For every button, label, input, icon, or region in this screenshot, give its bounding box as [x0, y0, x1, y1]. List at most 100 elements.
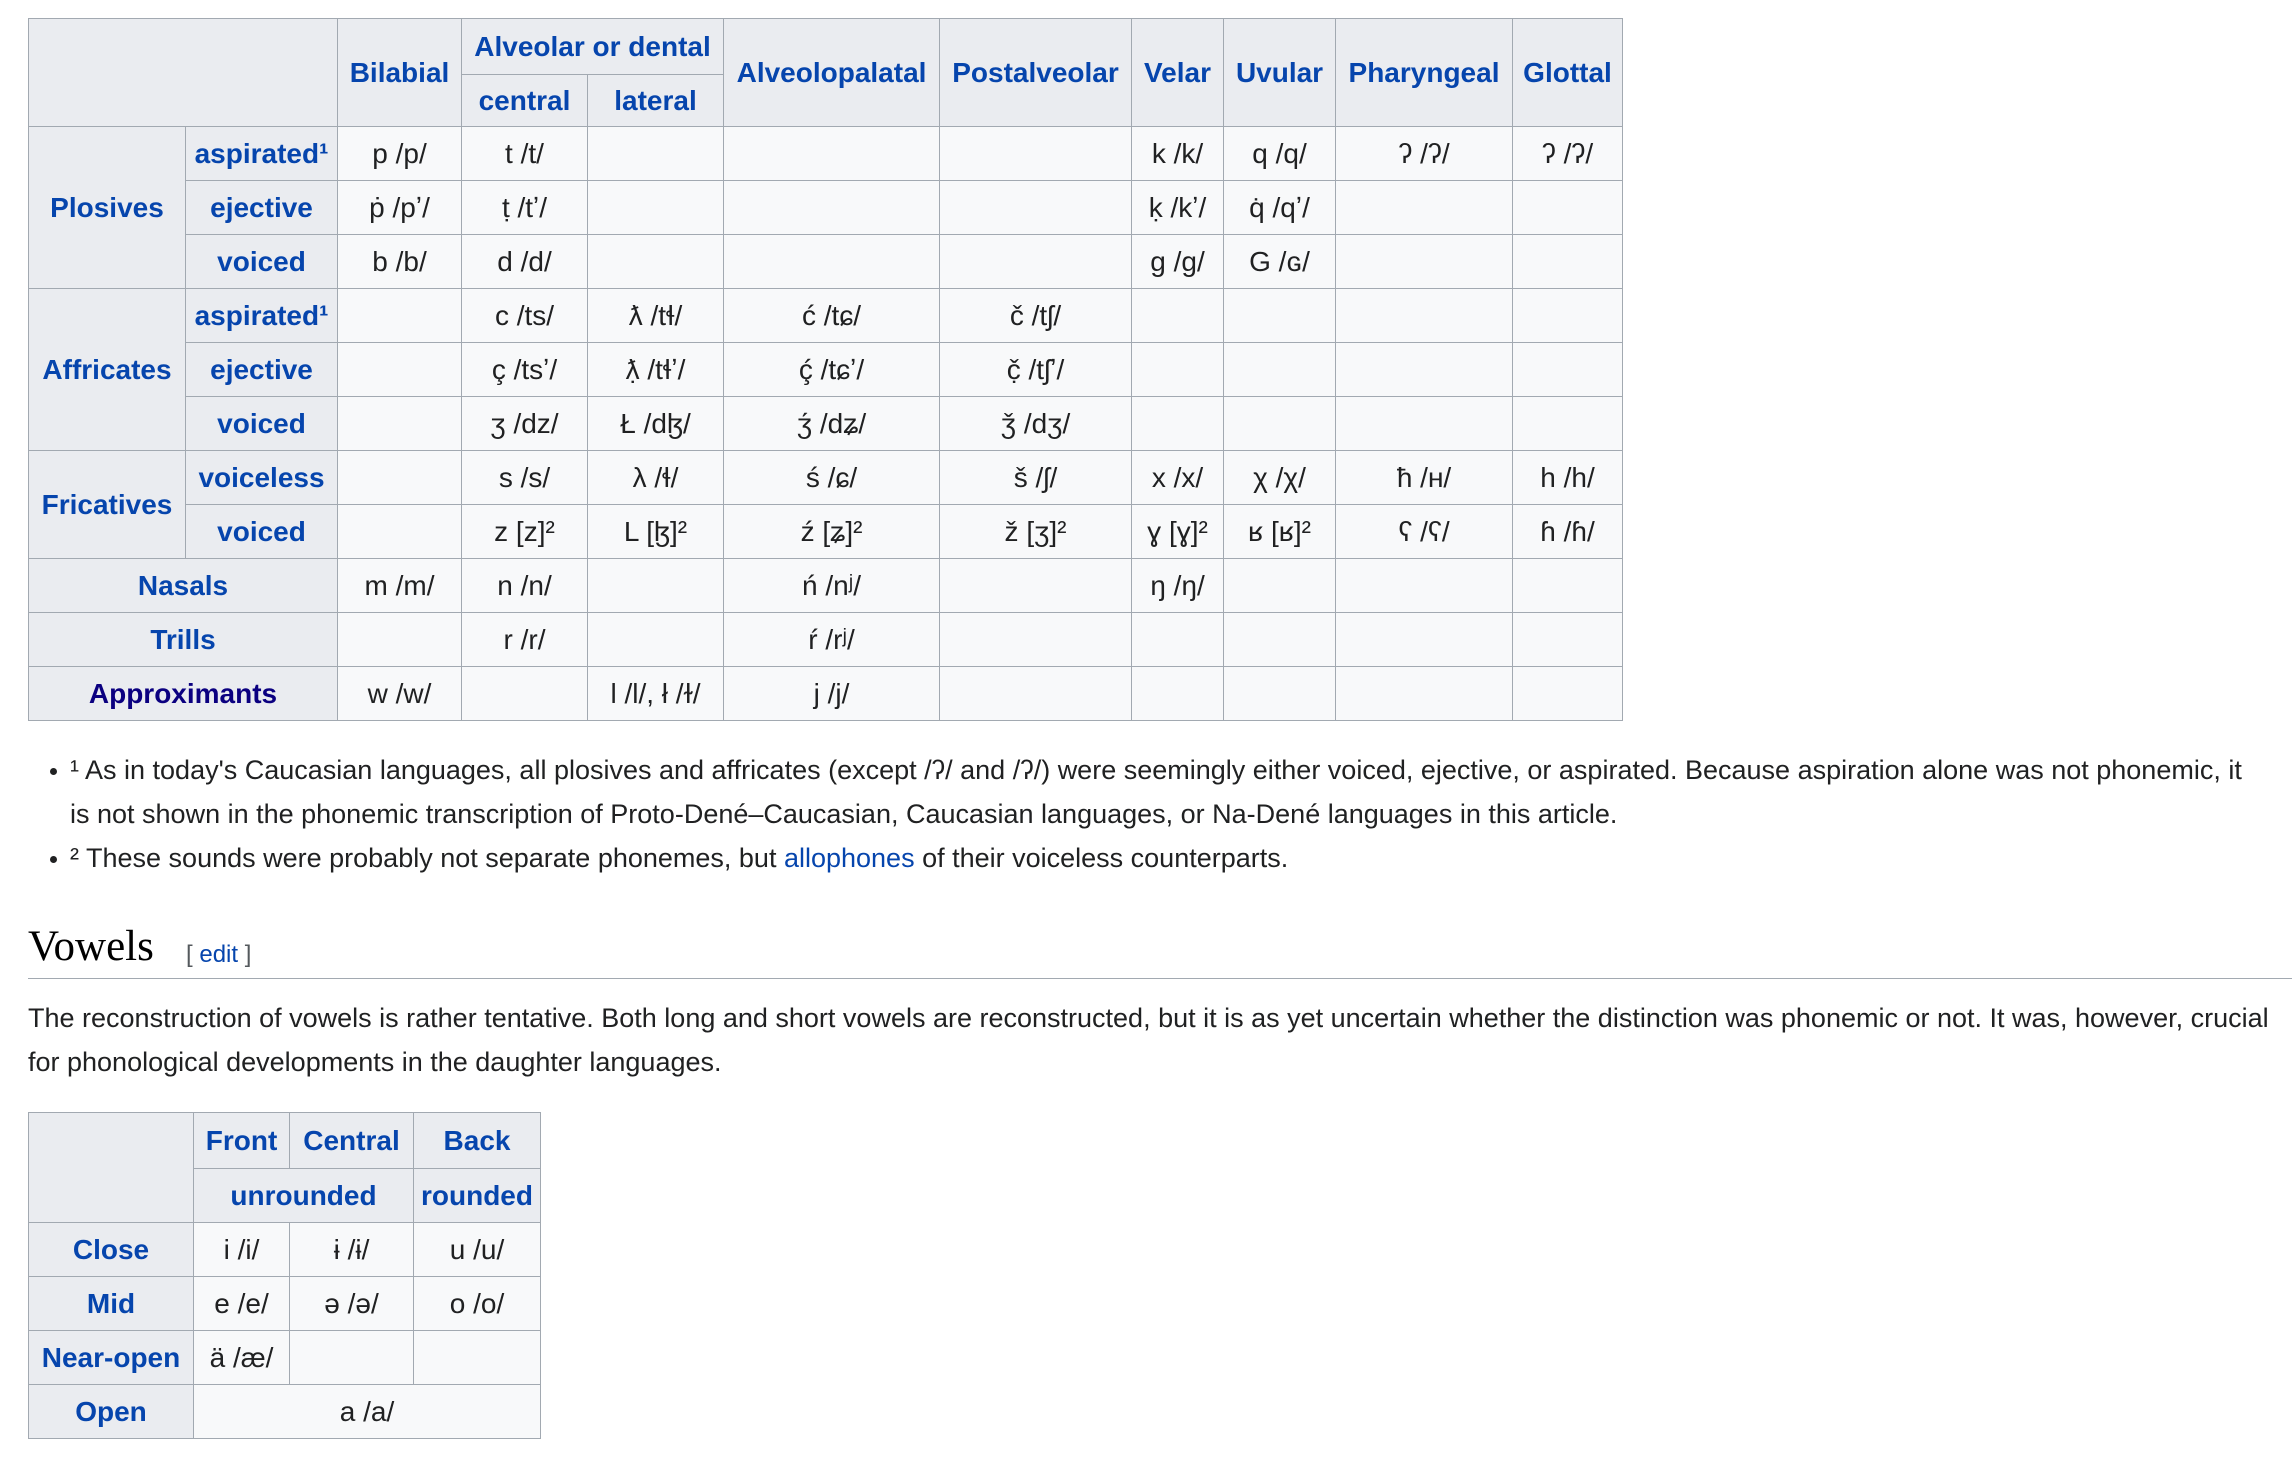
mid-link[interactable]: Mid: [87, 1288, 135, 1319]
uvular-link[interactable]: Uvular: [1236, 57, 1323, 88]
row-sub-voiced[interactable]: voiced: [185, 396, 338, 451]
row-group-affricates-link[interactable]: Affricates: [42, 354, 171, 385]
row-sub-aspirated[interactable]: aspirated¹: [185, 288, 338, 343]
phoneme-cell: [586, 612, 725, 667]
vowel-corner-cell: [28, 1112, 194, 1223]
row-group-affricates[interactable]: Affricates: [28, 288, 186, 451]
row-sub-voiceless-link[interactable]: voiceless: [198, 462, 324, 493]
phoneme-cell: [586, 180, 725, 235]
phoneme-cell: Ł /dɮ/: [586, 396, 725, 451]
phoneme-cell: ŕ /rʲ/: [723, 612, 941, 667]
phoneme-cell: d /d/: [461, 234, 588, 289]
phoneme-cell: ʒ́ /dʑ/: [723, 396, 941, 451]
alveolar-link[interactable]: Alveolar or dental: [474, 31, 711, 62]
unrounded-link[interactable]: unrounded: [230, 1180, 376, 1211]
postalveolar-link[interactable]: Postalveolar: [952, 57, 1119, 88]
row-sub-voiced-link[interactable]: voiced: [217, 516, 306, 547]
phoneme-cell: [939, 234, 1133, 289]
phoneme-cell: χ /χ/: [1223, 450, 1337, 505]
phoneme-cell: L [ɮ]²: [586, 504, 725, 559]
header-glottal[interactable]: Glottal: [1512, 18, 1624, 127]
header-rounded[interactable]: rounded: [413, 1168, 541, 1223]
consonant-row-trills: Trills r /r/ŕ /rʲ/: [28, 612, 1624, 667]
phoneme-cell: [1512, 612, 1624, 667]
vowels-heading: Vowels [ edit ]: [28, 922, 2292, 979]
allophones-link[interactable]: allophones: [784, 843, 915, 873]
pharyngeal-link[interactable]: Pharyngeal: [1349, 57, 1500, 88]
row-group-trills-link[interactable]: Trills: [150, 624, 215, 655]
row-sub-ejective-link[interactable]: ejective: [210, 354, 313, 385]
header-unrounded[interactable]: unrounded: [193, 1168, 414, 1223]
row-near-open[interactable]: Near-open: [28, 1330, 194, 1385]
header-back[interactable]: Back: [413, 1112, 541, 1169]
phoneme-cell: ç /tsʼ/: [461, 342, 588, 397]
vowel-cell: i /i/: [193, 1222, 290, 1277]
row-sub-aspirated-link[interactable]: aspirated¹: [195, 138, 329, 169]
row-group-plosives[interactable]: Plosives: [28, 126, 186, 289]
central-vowel-link[interactable]: Central: [303, 1125, 399, 1156]
header-lateral[interactable]: lateral: [586, 74, 725, 127]
phoneme-cell: [1223, 396, 1337, 451]
edit-link[interactable]: edit: [199, 941, 238, 968]
row-sub-voiced[interactable]: voiced: [185, 234, 338, 289]
row-sub-ejective-link[interactable]: ejective: [210, 192, 313, 223]
phoneme-cell: [723, 234, 941, 289]
phoneme-cell: [723, 180, 941, 235]
header-postalveolar[interactable]: Postalveolar: [939, 18, 1133, 127]
consonant-row-affricates-aspirated: Affricates aspirated¹ c /ts/ƛ /tɬ/ć /tɕ/č …: [28, 288, 1624, 451]
phoneme-cell: [1335, 180, 1514, 235]
row-group-trills[interactable]: Trills: [28, 612, 338, 667]
header-velar[interactable]: Velar: [1131, 18, 1225, 127]
row-sub-aspirated[interactable]: aspirated¹: [185, 126, 338, 181]
phoneme-cell: ǯ /dʒ/: [939, 396, 1133, 451]
back-link[interactable]: Back: [444, 1125, 511, 1156]
central-link[interactable]: central: [479, 85, 571, 116]
phoneme-cell: [1335, 234, 1514, 289]
velar-link[interactable]: Velar: [1144, 57, 1211, 88]
front-link[interactable]: Front: [206, 1125, 278, 1156]
lateral-link[interactable]: lateral: [614, 85, 697, 116]
row-mid[interactable]: Mid: [28, 1276, 194, 1331]
row-group-nasals[interactable]: Nasals: [28, 558, 338, 613]
row-sub-voiceless[interactable]: voiceless: [185, 450, 338, 505]
open-link[interactable]: Open: [75, 1396, 147, 1427]
phoneme-cell: [939, 612, 1133, 667]
phoneme-cell: [1223, 558, 1337, 613]
row-sub-ejective[interactable]: ejective: [185, 180, 338, 235]
row-sub-voiced-link[interactable]: voiced: [217, 246, 306, 277]
footnote-2-text-after: of their voiceless counterparts.: [914, 843, 1289, 873]
row-group-approximants[interactable]: Approximants: [28, 666, 338, 721]
header-pharyngeal[interactable]: Pharyngeal: [1335, 18, 1514, 127]
row-sub-voiced-link[interactable]: voiced: [217, 408, 306, 439]
bilabial-link[interactable]: Bilabial: [350, 57, 450, 88]
alveolopalatal-link[interactable]: Alveolopalatal: [737, 57, 927, 88]
row-sub-aspirated-link[interactable]: aspirated¹: [195, 300, 329, 331]
rounded-link[interactable]: rounded: [421, 1180, 533, 1211]
row-sub-voiced[interactable]: voiced: [185, 504, 338, 559]
row-close[interactable]: Close: [28, 1222, 194, 1277]
near-open-link[interactable]: Near-open: [42, 1342, 180, 1373]
consonant-row-plosives-ejective: ejective ṗ /pʼ/ṭ /tʼ/ḳ /kʼ/q̇ /qʼ/: [29, 180, 1624, 235]
phoneme-cell: [1512, 666, 1624, 721]
row-group-nasals-link[interactable]: Nasals: [138, 570, 228, 601]
header-bilabial[interactable]: Bilabial: [337, 18, 462, 127]
row-open[interactable]: Open: [28, 1384, 194, 1439]
row-group-plosives-link[interactable]: Plosives: [50, 192, 164, 223]
header-front[interactable]: Front: [193, 1112, 290, 1169]
phoneme-cell: [461, 666, 588, 721]
header-alveolopalatal[interactable]: Alveolopalatal: [723, 18, 941, 127]
row-group-fricatives-link[interactable]: Fricatives: [42, 489, 173, 520]
phoneme-cell: ń /nʲ/: [723, 558, 941, 613]
row-group-fricatives[interactable]: Fricatives: [28, 450, 186, 559]
footnotes-list: ¹ As in today's Caucasian languages, all…: [28, 748, 2268, 880]
row-sub-ejective[interactable]: ejective: [185, 342, 338, 397]
header-central-vowel[interactable]: Central: [289, 1112, 414, 1169]
row-group-approximants-link[interactable]: Approximants: [89, 678, 277, 709]
phoneme-cell: č /tʃ/: [939, 288, 1133, 343]
header-uvular[interactable]: Uvular: [1223, 18, 1337, 127]
glottal-link[interactable]: Glottal: [1523, 57, 1612, 88]
header-central[interactable]: central: [461, 74, 588, 127]
close-link[interactable]: Close: [73, 1234, 149, 1265]
header-alveolar[interactable]: Alveolar or dental: [460, 18, 725, 75]
phoneme-cell: ʒ /dz/: [461, 396, 588, 451]
